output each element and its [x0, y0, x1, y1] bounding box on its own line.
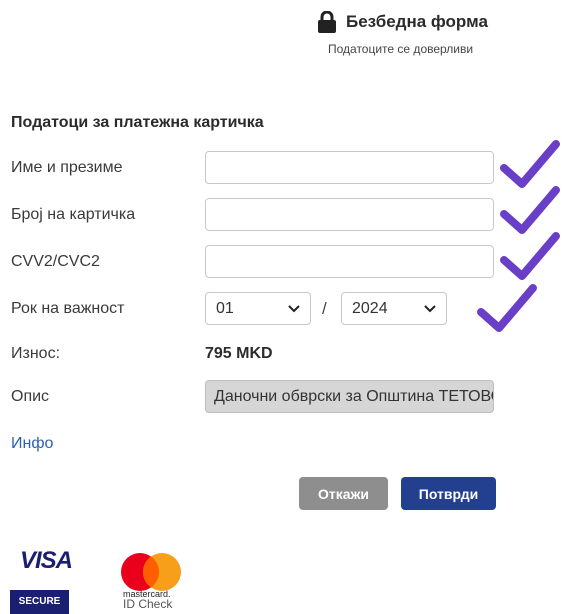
checkmark-icon [500, 140, 560, 188]
checkmark-icon [500, 232, 560, 280]
secure-form-title: Безбедна форма [346, 12, 488, 31]
name-label: Име и презиме [11, 159, 123, 176]
secure-form-subtitle: Податоците се доверливи [328, 42, 474, 56]
mastercard-id-check: mastercard. ID Check [123, 589, 172, 610]
confirm-button[interactable]: Потврди [401, 477, 496, 510]
lock-icon [318, 11, 336, 33]
cvv-input[interactable] [205, 245, 494, 278]
expiry-year-value: 2024 [352, 299, 388, 317]
expiry-year-select[interactable]: 2024 [341, 292, 447, 325]
info-link[interactable]: Инфо [11, 435, 53, 453]
checkmark-icon [477, 284, 537, 332]
card-data-title: Податоци за платежна картичка [11, 114, 264, 131]
mastercard-sub: ID Check [123, 597, 173, 611]
cvv-label: CVV2/CVC2 [11, 253, 100, 270]
expiry-label: Рок на важност [11, 300, 125, 317]
cancel-button[interactable]: Откажи [299, 477, 388, 510]
amount-label: Износ: [11, 345, 61, 362]
chevron-down-icon [424, 304, 436, 312]
expiry-month-value: 01 [216, 299, 234, 317]
description-field: Даночни обврски за Општина ТЕТОВО [205, 380, 494, 413]
name-input[interactable] [205, 151, 494, 184]
description-label: Опис [11, 388, 50, 405]
card-number-label: Број на картичка [11, 206, 136, 223]
checkmark-icon [500, 186, 560, 234]
expiry-month-select[interactable]: 01 [205, 292, 311, 325]
visa-secure-badge: SECURE [10, 590, 69, 614]
expiry-separator: / [322, 299, 327, 318]
amount-value: 795 MKD [205, 345, 273, 362]
mastercard-logo-icon [121, 553, 181, 591]
card-number-input[interactable] [205, 198, 494, 231]
chevron-down-icon [288, 304, 300, 312]
visa-logo: VISA [20, 547, 73, 574]
